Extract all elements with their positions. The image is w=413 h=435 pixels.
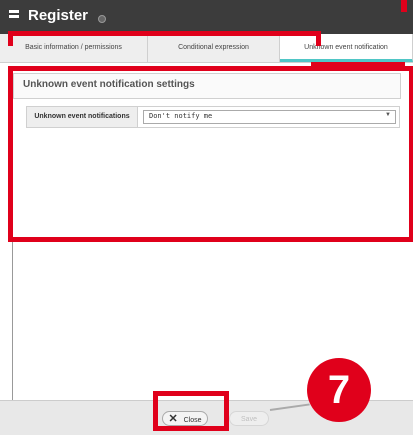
highlight-box-settings (8, 66, 413, 242)
menu-icon[interactable] (9, 10, 19, 23)
highlight-arrow (401, 0, 407, 12)
highlight-box-close (153, 391, 229, 431)
panel-edge (0, 242, 13, 402)
save-button: Save (229, 411, 269, 426)
help-icon[interactable] (98, 15, 106, 23)
window-title: Register (28, 7, 89, 24)
highlight-box-tabs (8, 31, 321, 46)
step-badge: 7 (307, 358, 371, 422)
title-bar: Register (0, 0, 413, 34)
